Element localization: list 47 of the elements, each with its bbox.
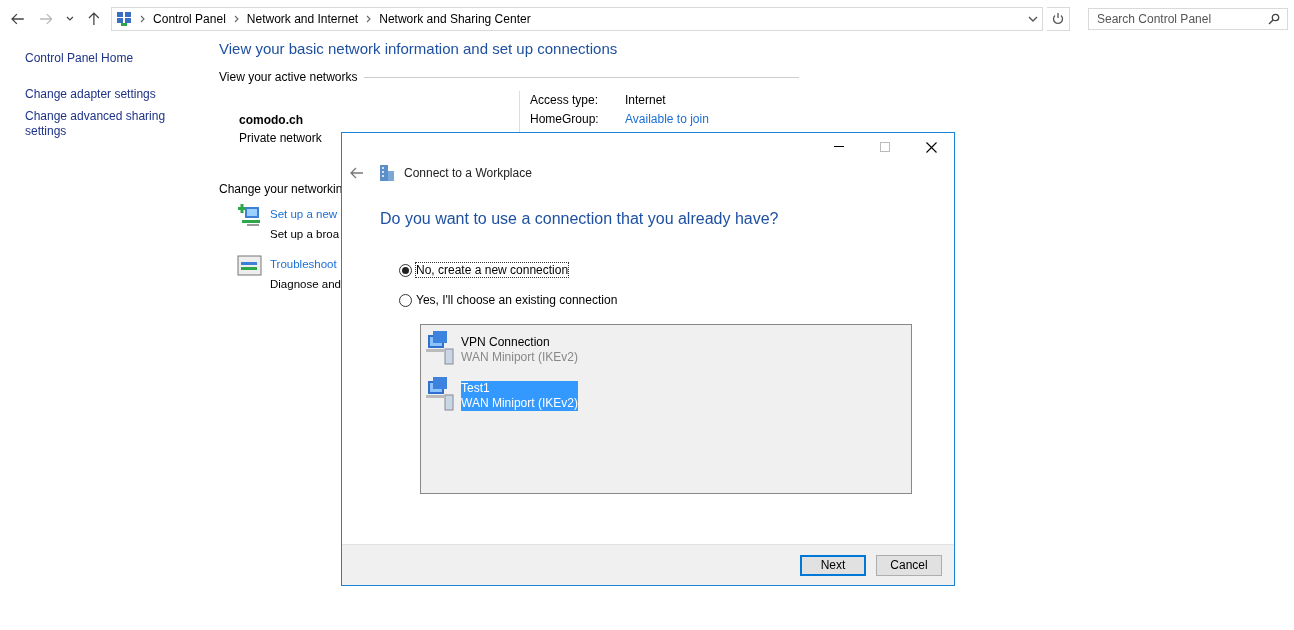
back-icon[interactable] [350,167,364,179]
vpn-computer-icon [425,377,457,411]
network-type: Private network [239,130,323,147]
back-icon[interactable] [11,12,25,25]
vpn-computer-icon [425,331,457,365]
dropdown-icon[interactable] [1028,15,1039,22]
chevron-icon [366,14,372,23]
search-icon [1268,12,1280,25]
address-bar[interactable]: Control Panel Network and Internet Network and Sharing Center [111,6,1044,31]
breadcrumb[interactable]: Network and Sharing Center [379,11,531,26]
building-icon [378,164,396,182]
detail-link[interactable]: Available to join [625,112,709,126]
sidebar-link[interactable]: Control Panel Home [25,51,175,66]
dialog-button[interactable]: Cancel [876,554,942,576]
detail-label: Access type: [530,92,600,109]
breadcrumb[interactable]: Network and Internet [246,11,359,26]
close-icon [925,141,937,153]
dialog-title: Connect to a Workplace [404,166,532,180]
network-setup-icon [237,204,263,228]
dialog-button[interactable]: Next [800,554,866,576]
detail-label: HomeGroup: [530,111,600,128]
breadcrumb[interactable]: Control Panel [153,11,226,26]
task-description: Diagnose and [270,277,341,292]
sidebar-link[interactable]: Change adapter settings [25,87,175,102]
task-link[interactable]: Troubleshoot [270,258,337,270]
section-heading: View your active networks [219,70,358,84]
task-description: Set up a broa [270,227,340,242]
section-heading: Change your networkin [219,182,344,196]
radio-label[interactable]: No, create a new connection [415,262,570,278]
detail-value: Internet [625,93,666,107]
up-icon[interactable] [88,11,101,26]
connection-item[interactable]: VPN Connection WAN Miniport (IKEv2) [461,335,578,365]
dropdown-icon[interactable] [66,16,75,21]
chevron-icon [233,14,239,23]
sidebar-link[interactable]: Change advanced sharing settings [25,109,175,139]
control-panel-icon [116,10,133,27]
radio-label[interactable]: Yes, I'll choose an existing connection [415,292,619,308]
page-title: View your basic network information and set up connections [219,40,619,57]
chevron-icon [140,14,146,23]
dialog-question: Do you want to use a connection that you already have? [380,210,780,228]
troubleshoot-icon [237,254,263,278]
search-field[interactable]: Search Control Panel [1088,7,1288,30]
maximize-icon [880,142,890,152]
minimize-icon [834,146,844,148]
refresh-button[interactable] [1047,6,1070,31]
task-link[interactable]: Set up a new [270,208,338,220]
network-name: comodo.ch [239,112,304,129]
